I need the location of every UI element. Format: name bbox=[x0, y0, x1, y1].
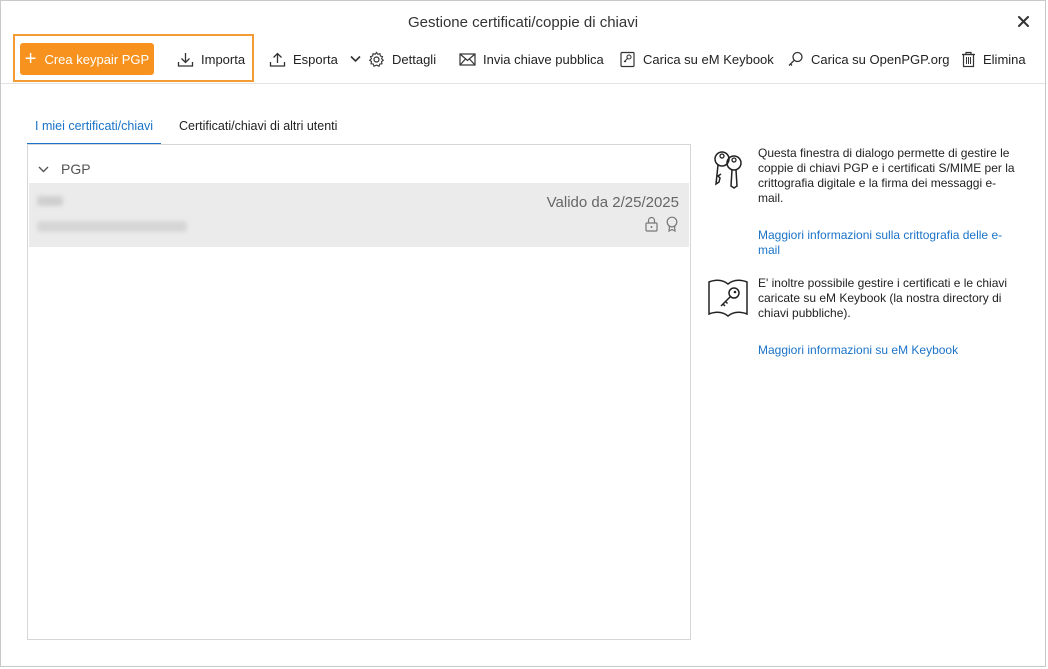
certificate-icon bbox=[666, 216, 678, 232]
tab-other-users-certificates[interactable]: Certificati/chiavi di altri utenti bbox=[171, 113, 345, 143]
row-status-icons bbox=[644, 216, 679, 232]
upload-openpgp-button[interactable]: Carica su OpenPGP.org bbox=[787, 45, 950, 73]
envelope-icon bbox=[459, 52, 476, 66]
chevron-down-icon bbox=[38, 166, 49, 172]
validity-text: Valido da 2/25/2025 bbox=[546, 194, 679, 211]
upload-keybook-button[interactable]: Carica su eM Keybook bbox=[619, 45, 774, 73]
redacted-email bbox=[37, 221, 187, 232]
close-icon bbox=[1017, 15, 1029, 27]
upload-icon bbox=[269, 52, 286, 67]
group-header-pgp[interactable]: PGP bbox=[38, 159, 91, 179]
close-button[interactable] bbox=[1015, 13, 1031, 29]
keybook-info-link[interactable]: Maggiori informazioni su eM Keybook bbox=[758, 343, 1020, 358]
encryption-info-text: Questa finestra di dialogo permette di g… bbox=[758, 146, 1015, 205]
export-button[interactable]: Esporta bbox=[269, 45, 361, 73]
group-label: PGP bbox=[61, 161, 91, 177]
toolbar: + Crea keypair PGP Importa Esporta Detta… bbox=[1, 34, 1045, 84]
title-bar: Gestione certificati/coppie di chiavi bbox=[1, 1, 1045, 37]
keybook-info-text: E' inoltre possibile gestire i certifica… bbox=[758, 276, 1008, 320]
details-label: Dettagli bbox=[392, 51, 437, 67]
delete-button[interactable]: Elimina bbox=[961, 45, 1026, 73]
download-icon bbox=[177, 52, 194, 67]
list-item[interactable]: Valido da 2/25/2025 bbox=[29, 183, 689, 247]
delete-label: Elimina bbox=[983, 51, 1026, 67]
keybook-icon bbox=[620, 51, 635, 67]
create-keypair-label: Crea keypair PGP bbox=[44, 51, 150, 67]
import-label: Importa bbox=[201, 51, 246, 67]
lock-icon bbox=[645, 216, 658, 232]
details-button[interactable]: Dettagli bbox=[368, 45, 436, 73]
chevron-down-icon[interactable] bbox=[350, 55, 361, 63]
upload-openpgp-label: Carica su OpenPGP.org bbox=[811, 51, 950, 67]
encryption-info-link[interactable]: Maggiori informazioni sulla crittografia… bbox=[758, 228, 1020, 258]
key-book-icon bbox=[708, 279, 748, 317]
plus-icon: + bbox=[24, 48, 37, 70]
tab-my-certificates[interactable]: I miei certificati/chiavi bbox=[27, 113, 162, 145]
certificate-manager-dialog: Gestione certificati/coppie di chiavi + … bbox=[0, 0, 1046, 667]
dialog-title: Gestione certificati/coppie di chiavi bbox=[407, 14, 639, 31]
upload-keybook-label: Carica su eM Keybook bbox=[643, 51, 774, 67]
redacted-name bbox=[37, 196, 63, 206]
trash-icon bbox=[962, 51, 975, 67]
send-public-key-button[interactable]: Invia chiave pubblica bbox=[459, 45, 604, 73]
export-label: Esporta bbox=[293, 51, 338, 67]
send-public-key-label: Invia chiave pubblica bbox=[483, 51, 604, 67]
import-button[interactable]: Importa bbox=[177, 45, 245, 73]
keys-icon bbox=[714, 151, 742, 189]
key-search-icon bbox=[788, 51, 803, 66]
gear-icon bbox=[368, 51, 385, 67]
certificate-list: PGP Valido da 2/25/2025 bbox=[27, 144, 691, 640]
create-keypair-button[interactable]: + Crea keypair PGP bbox=[20, 43, 154, 75]
